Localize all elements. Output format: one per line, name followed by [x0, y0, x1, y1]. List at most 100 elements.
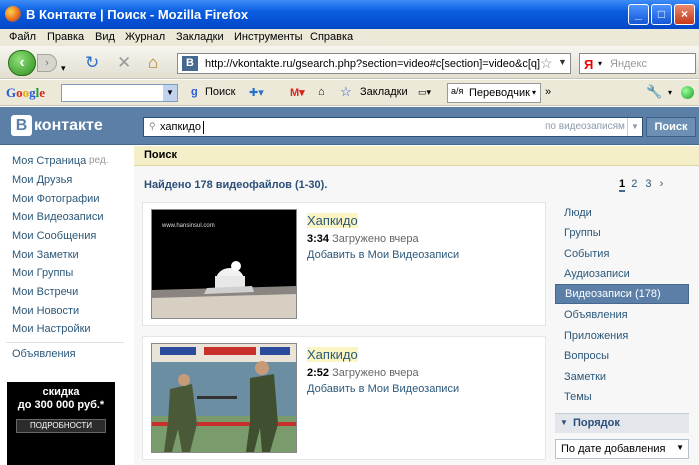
- section-apps[interactable]: Приложения: [555, 327, 689, 347]
- video-title[interactable]: Хапкидо: [307, 347, 358, 362]
- sort-select-value: По дате добавления: [561, 443, 666, 455]
- page-3[interactable]: 3: [645, 178, 651, 190]
- chevron-down-icon[interactable]: ▼: [558, 57, 567, 67]
- results-count: Найдено 178 видеофайлов (1-30).: [144, 179, 328, 191]
- video-thumbnail[interactable]: www.hansinsul.com: [151, 209, 297, 319]
- menu-edit[interactable]: Правка: [47, 31, 84, 43]
- bookmark-star-icon[interactable]: ☆: [540, 55, 553, 72]
- search-input[interactable]: ⚲ хапкидо по видеозаписям ▼: [143, 117, 643, 137]
- vk-logo-text: контакте: [34, 117, 103, 134]
- section-topics[interactable]: Темы: [555, 388, 689, 408]
- menu-history[interactable]: Журнал: [125, 31, 165, 43]
- section-audio[interactable]: Аудиозаписи: [555, 265, 689, 285]
- menu-bar: Файл Правка Вид Журнал Закладки Инструме…: [0, 29, 699, 46]
- menu-tools[interactable]: Инструменты: [234, 31, 303, 43]
- home-icon[interactable]: ⌂: [148, 53, 158, 73]
- google-g-icon[interactable]: g: [191, 86, 198, 98]
- section-ads[interactable]: Объявления: [555, 306, 689, 326]
- google-search-input[interactable]: ▼: [61, 84, 178, 102]
- vk-logo[interactable]: Вконтакте: [11, 115, 103, 136]
- section-groups[interactable]: Группы: [555, 224, 689, 244]
- sidebar-item-videos[interactable]: Мои Видеозаписи: [12, 211, 104, 223]
- breadcrumb: Поиск: [134, 146, 699, 166]
- reload-icon[interactable]: ↻: [85, 53, 99, 73]
- search-button[interactable]: Поиск: [646, 117, 696, 137]
- bank-icon[interactable]: ⌂: [318, 86, 325, 98]
- ad-banner[interactable]: скидка до 300 000 руб.* ПОДРОБНОСТИ: [7, 382, 115, 465]
- close-button[interactable]: ×: [674, 4, 695, 25]
- menu-bookmarks[interactable]: Закладки: [176, 31, 224, 43]
- video-meta: 3:34 Загружено вчера: [307, 233, 419, 245]
- google-logo: Google: [6, 85, 46, 100]
- sidebar-item-friends[interactable]: Мои Друзья: [12, 174, 72, 186]
- sidebar-item-my-page[interactable]: Моя Страница: [12, 155, 86, 167]
- chevron-down-icon[interactable]: ▼: [627, 118, 642, 136]
- section-events[interactable]: События: [555, 245, 689, 265]
- more-chevron-icon[interactable]: »: [545, 86, 551, 98]
- edit-link[interactable]: ред.: [89, 155, 109, 166]
- next-page-icon[interactable]: ›: [660, 178, 664, 190]
- video-thumbnail[interactable]: [151, 343, 297, 453]
- video-duration: 2:52: [307, 367, 330, 379]
- add-to-my-videos-link[interactable]: Добавить в Мои Видеозаписи: [307, 383, 459, 395]
- translator-button[interactable]: a/я Переводчик ▾: [447, 83, 541, 103]
- firefox-icon: [5, 6, 21, 22]
- vk-favicon-icon: B: [182, 56, 198, 71]
- video-title[interactable]: Хапкидо: [307, 213, 358, 228]
- chevron-down-icon[interactable]: ▾: [598, 59, 602, 68]
- ad-line-1: скидка: [42, 386, 80, 398]
- add-to-my-videos-link[interactable]: Добавить в Мои Видеозаписи: [307, 249, 459, 261]
- yandex-search-box[interactable]: Я ▾ Яндекс: [579, 53, 696, 74]
- sidebar-item-photos[interactable]: Мои Фотографии: [12, 193, 99, 205]
- chevron-down-icon[interactable]: ▾: [668, 88, 672, 97]
- menu-help[interactable]: Справка: [310, 31, 353, 43]
- section-questions[interactable]: Вопросы: [555, 347, 689, 367]
- google-search-button[interactable]: Поиск: [205, 86, 235, 98]
- forward-button[interactable]: ›: [37, 54, 57, 72]
- bookmark-star-icon[interactable]: ☆: [340, 84, 352, 100]
- triangle-down-icon: ▼: [560, 418, 568, 427]
- video-item: www.hansinsul.com Хапкидо 3:34 Загружено…: [142, 202, 546, 326]
- sidebar-item-messages[interactable]: Мои Сообщения: [12, 230, 96, 242]
- pagination: 1 2 3 ›: [619, 178, 664, 192]
- navigation-toolbar: ‹ › ▾ ↻ ✕ ⌂ B http://vkontakte.ru/gsearc…: [0, 46, 699, 79]
- sidebar-item-events[interactable]: Мои Встречи: [12, 286, 78, 298]
- maximize-button[interactable]: □: [651, 4, 672, 25]
- search-scope: по видеозаписям: [545, 121, 625, 132]
- back-button[interactable]: ‹: [8, 50, 36, 76]
- chevron-down-icon[interactable]: ▼: [163, 85, 177, 101]
- wrench-icon[interactable]: 🔧: [646, 84, 662, 100]
- address-bar[interactable]: B http://vkontakte.ru/gsearch.php?sectio…: [177, 53, 571, 74]
- section-people[interactable]: Люди: [555, 204, 689, 224]
- sidebar-item-notes[interactable]: Мои Заметки: [12, 249, 79, 261]
- address-url[interactable]: http://vkontakte.ru/gsearch.php?section=…: [205, 58, 540, 70]
- sidebar-item-groups[interactable]: Мои Группы: [12, 267, 73, 279]
- ad-line-2: до 300 000 руб.*: [17, 399, 105, 411]
- ad-details-button[interactable]: ПОДРОБНОСТИ: [16, 419, 106, 433]
- sidebar-item-settings[interactable]: Мои Настройки: [12, 323, 91, 335]
- menu-view[interactable]: Вид: [95, 31, 115, 43]
- video-meta: 2:52 Загружено вчера: [307, 367, 419, 379]
- google-bookmarks-button[interactable]: Закладки: [360, 86, 408, 98]
- sidebar-divider: [6, 342, 124, 343]
- search-value[interactable]: хапкидо: [160, 121, 201, 133]
- section-videos[interactable]: Видеозаписи (178): [555, 284, 689, 304]
- puzzle-icon[interactable]: ✚▾: [249, 86, 264, 99]
- translate-icon: a/я: [451, 86, 464, 96]
- yandex-logo-icon: Я: [584, 57, 594, 72]
- page-1[interactable]: 1: [619, 178, 626, 192]
- page-2[interactable]: 2: [631, 178, 637, 190]
- translator-label: Переводчик: [469, 87, 530, 99]
- sort-header-label: Порядок: [573, 417, 620, 429]
- sidebar-item-ads[interactable]: Объявления: [12, 348, 76, 360]
- sidebar-item-news[interactable]: Мои Новости: [12, 305, 79, 317]
- gmail-icon[interactable]: M▾: [290, 86, 305, 99]
- section-notes[interactable]: Заметки: [555, 368, 689, 388]
- sort-select[interactable]: По дате добавления ▼: [555, 439, 689, 459]
- sort-header[interactable]: ▼ Порядок: [555, 413, 689, 433]
- stop-icon[interactable]: ✕: [117, 53, 131, 73]
- minimize-button[interactable]: _: [628, 4, 649, 25]
- search-icon: ⚲: [149, 121, 156, 131]
- menu-file[interactable]: Файл: [9, 31, 36, 43]
- history-dropdown-icon[interactable]: ▾: [61, 58, 66, 78]
